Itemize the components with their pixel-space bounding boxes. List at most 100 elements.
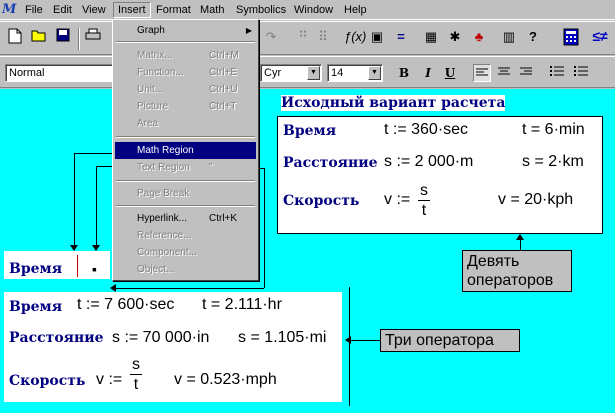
menu-item-function[interactable]: Function... Ctrl+E: [115, 64, 256, 81]
menu-item-label: Page Break: [137, 188, 190, 199]
connector-line-v1: [74, 153, 75, 249]
distance-definition[interactable]: s := 2 000·m: [384, 153, 473, 171]
new-speed-numerator: s: [130, 356, 142, 375]
component-icon[interactable]: ▦: [422, 28, 440, 46]
standard-toolbar: ↷ ⠛ ⠿ ƒ(x) ▣ = ▦ ✱ ♣ ▥ ? ≤≠: [0, 21, 615, 55]
chevron-right-icon: ▶: [245, 26, 252, 35]
menu-item-matrix[interactable]: Matrix... Ctrl+M: [115, 47, 256, 64]
menu-item-graph[interactable]: Graph ▶: [115, 22, 256, 39]
callout-nine-operators: Девять операторов: [462, 250, 572, 292]
menu-separator: [116, 205, 255, 207]
region-underline: [4, 280, 110, 285]
menu-bar: M File Edit View Insert Format Math Symb…: [0, 0, 615, 20]
new-speed-result[interactable]: v = 0.523·mph: [174, 371, 277, 389]
print-icon[interactable]: [84, 28, 102, 46]
help-icon[interactable]: ?: [524, 28, 542, 46]
menu-item-page-break[interactable]: Page Break: [115, 185, 256, 202]
menu-item-area[interactable]: Area: [115, 115, 256, 132]
menu-item-unit[interactable]: Unit... Ctrl+U: [115, 81, 256, 98]
new-speed-definition[interactable]: v :=: [96, 371, 122, 389]
align-left-icon[interactable]: [473, 64, 491, 82]
speed-result[interactable]: v = 20·kph: [498, 191, 573, 209]
menu-file[interactable]: File: [21, 2, 47, 18]
new-speed-label: Скорость: [9, 373, 86, 389]
menu-item-label: Text Region: [137, 162, 190, 173]
menu-item-label: Area: [137, 118, 159, 129]
speed-denominator: t: [421, 202, 427, 219]
align-right-icon[interactable]: [517, 64, 535, 82]
bullets-icon[interactable]: [548, 64, 566, 82]
chevron-down-icon[interactable]: ▼: [368, 66, 381, 80]
menu-separator: [116, 41, 255, 43]
arrow-down-icon: [70, 245, 78, 251]
align-center-icon[interactable]: [495, 64, 513, 82]
arrow-up-icon: [516, 234, 524, 240]
menu-item-component[interactable]: Component...: [115, 244, 256, 261]
menu-window[interactable]: Window: [290, 2, 337, 18]
menu-math[interactable]: Math: [196, 2, 228, 18]
menu-item-reference[interactable]: Reference...: [115, 227, 256, 244]
menu-item-math-region[interactable]: Math Region: [115, 142, 256, 159]
function-icon[interactable]: ƒ(x): [344, 28, 366, 46]
equal-icon[interactable]: =: [392, 28, 410, 46]
font-combo[interactable]: Cyr ▼: [260, 64, 322, 82]
distance-result[interactable]: s = 2·km: [522, 153, 584, 171]
menu-item-shortcut: Ctrl+T: [209, 101, 237, 112]
new-distance-label: Расстояние: [9, 330, 104, 346]
time-label: Время: [283, 123, 337, 139]
speed-fraction: s t: [418, 181, 430, 220]
align-down-icon[interactable]: ⠿: [314, 28, 332, 46]
speed-numerator: s: [418, 182, 430, 201]
format-toolbar: Normal Cyr ▼ 14 ▼ B I U: [0, 56, 615, 88]
menu-format[interactable]: Format: [152, 2, 195, 18]
bold-button[interactable]: B: [395, 64, 413, 82]
menu-separator: [116, 180, 255, 182]
redo-icon[interactable]: ↷: [262, 28, 280, 46]
menu-item-shortcut: Ctrl+U: [209, 84, 238, 95]
menu-item-picture[interactable]: Picture Ctrl+T: [115, 98, 256, 115]
calculator-icon[interactable]: [562, 28, 580, 46]
new-time-definition[interactable]: t := 7 600·sec: [77, 296, 174, 314]
time-definition[interactable]: t := 360·sec: [384, 121, 468, 139]
align-across-icon[interactable]: ⠛: [294, 28, 312, 46]
menu-item-label: Picture: [137, 101, 169, 112]
insertion-point: ▪: [92, 261, 97, 277]
font-size-combo[interactable]: 14 ▼: [327, 64, 383, 82]
resources-icon[interactable]: ✱: [446, 28, 464, 46]
chevron-down-icon[interactable]: ▼: [307, 66, 320, 80]
menu-view[interactable]: View: [78, 2, 110, 18]
new-distance-result[interactable]: s = 1.105·mi: [238, 329, 326, 347]
mathcad-logo-icon[interactable]: M: [2, 2, 22, 18]
connector-line-h1: [74, 153, 114, 154]
menu-item-shortcut: Ctrl+K: [209, 213, 238, 224]
open-icon[interactable]: [30, 28, 48, 46]
menu-item-hyperlink[interactable]: Hyperlink... Ctrl+K: [115, 210, 256, 227]
underline-button[interactable]: U: [441, 64, 459, 82]
menu-item-object[interactable]: Object...: [115, 261, 256, 278]
new-distance-definition[interactable]: s := 70 000·in: [112, 329, 209, 347]
new-speed-denominator: t: [133, 376, 139, 393]
arrow-down-icon: [92, 245, 100, 251]
italic-button[interactable]: I: [419, 64, 437, 82]
save-icon[interactable]: [54, 28, 72, 46]
new-speed-fraction: s t: [130, 355, 142, 394]
speed-definition[interactable]: v :=: [384, 191, 410, 209]
greater-equal-icon[interactable]: ≤≠: [588, 27, 612, 45]
menu-symbolics[interactable]: Symbolics: [232, 2, 290, 18]
style-combo[interactable]: Normal: [5, 64, 115, 82]
numbering-icon[interactable]: [572, 64, 590, 82]
book-icon[interactable]: ▥: [500, 28, 518, 46]
new-time-result[interactable]: t = 2.111·hr: [202, 296, 282, 314]
menu-item-text-region[interactable]: Text Region ": [115, 159, 256, 176]
units-icon[interactable]: ▣: [368, 28, 386, 46]
menu-edit[interactable]: Edit: [49, 2, 76, 18]
menu-insert[interactable]: Insert: [113, 2, 151, 18]
new-icon[interactable]: [6, 28, 24, 46]
menu-item-shortcut: ": [209, 162, 213, 173]
connector-line-h5: [350, 340, 380, 341]
time-result[interactable]: t = 6·min: [522, 121, 585, 139]
tree-icon[interactable]: ♣: [470, 28, 488, 46]
original-heading: Исходный вариант расчета: [281, 95, 506, 111]
connector-line-v3: [264, 168, 265, 288]
menu-help[interactable]: Help: [340, 2, 371, 18]
